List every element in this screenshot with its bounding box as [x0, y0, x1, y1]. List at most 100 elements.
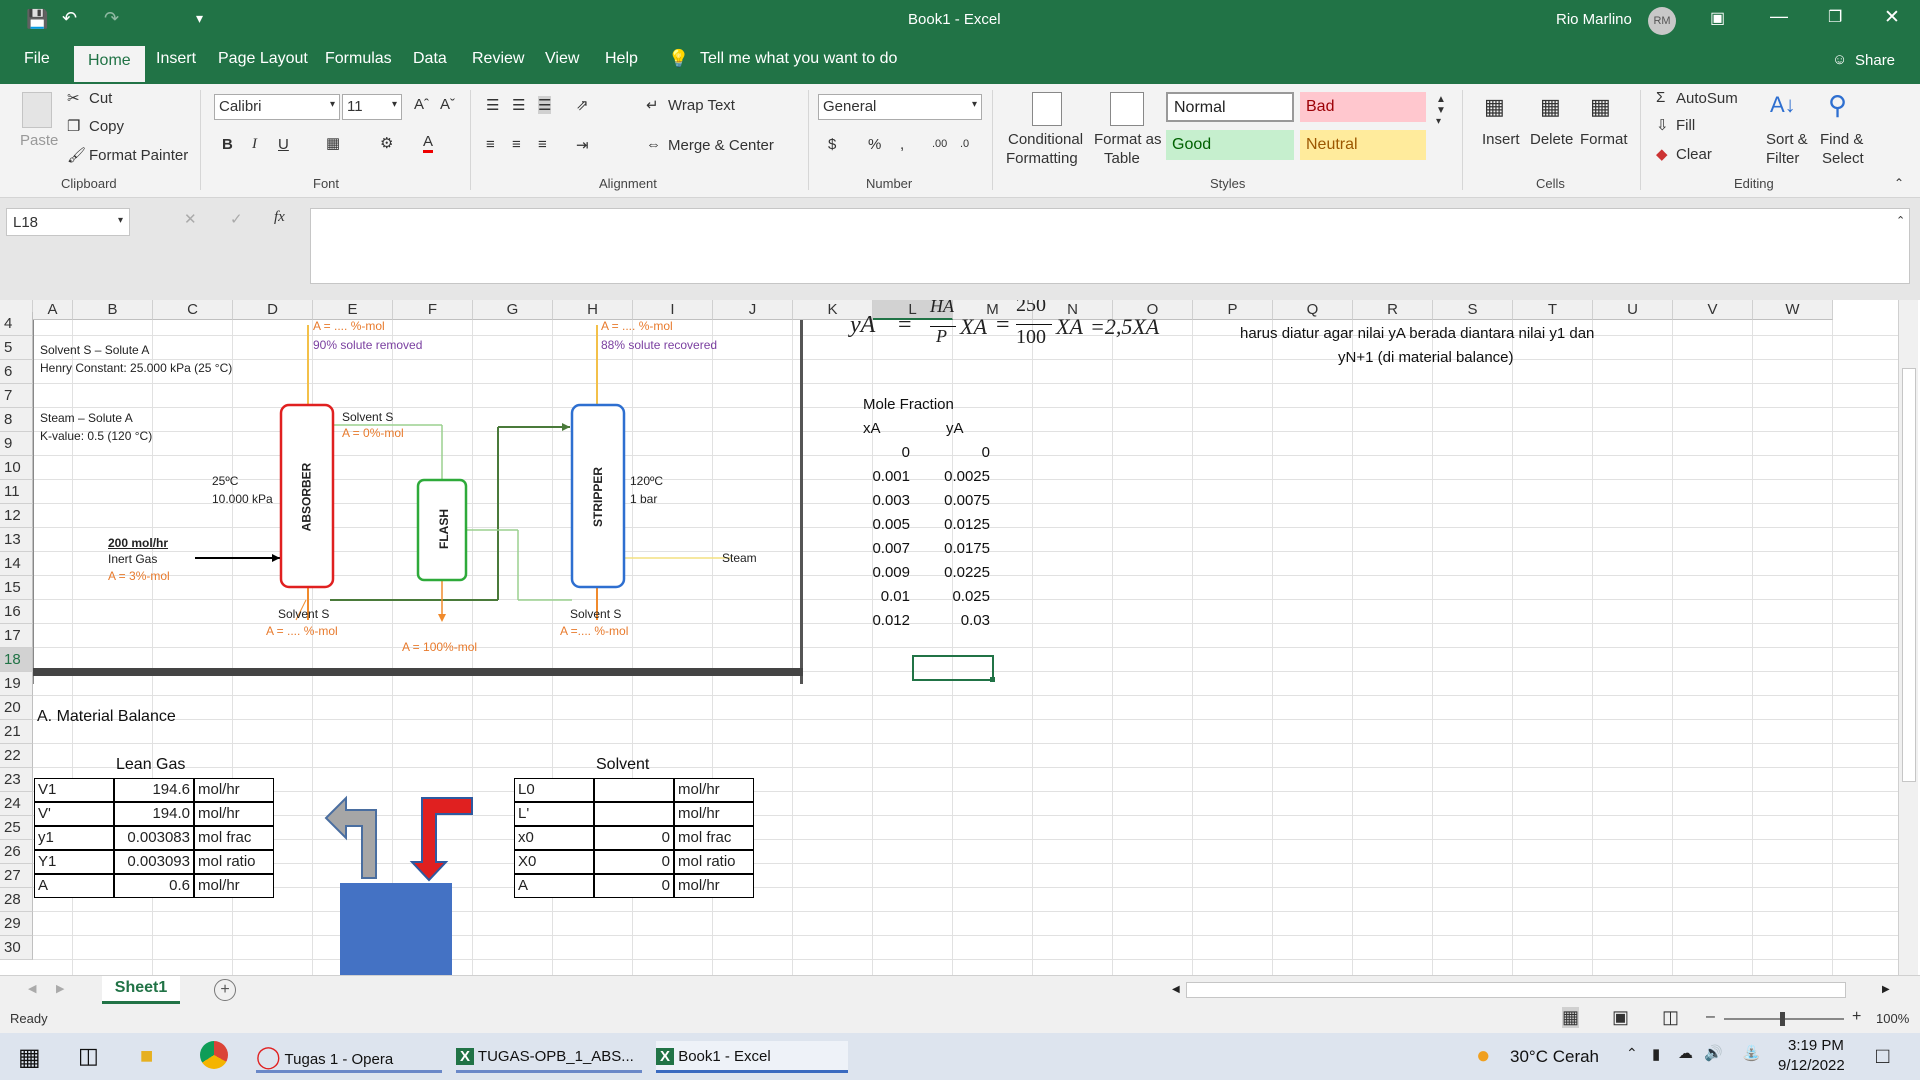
- font-size-select[interactable]: 11 ▾: [342, 94, 402, 120]
- prev-sheet-icon[interactable]: ◀: [28, 982, 36, 995]
- tab-review[interactable]: Review: [472, 50, 524, 68]
- minimize-icon[interactable]: —: [1770, 6, 1788, 27]
- italic-icon[interactable]: I: [252, 136, 257, 153]
- page-break-view-icon[interactable]: ◫: [1662, 1007, 1679, 1028]
- close-icon[interactable]: ✕: [1884, 6, 1900, 29]
- save-icon[interactable]: 💾: [26, 9, 48, 30]
- orientation-icon[interactable]: ⇗: [576, 96, 589, 114]
- decrease-decimal-icon[interactable]: .0: [960, 138, 969, 150]
- align-center-icon[interactable]: ≡: [512, 136, 521, 153]
- clock-time[interactable]: 3:19 PM: [1788, 1037, 1844, 1054]
- style-normal[interactable]: Normal: [1166, 92, 1294, 122]
- format-as-table-button[interactable]: Format as: [1094, 131, 1162, 148]
- tab-help[interactable]: Help: [605, 50, 638, 68]
- paste-button[interactable]: Paste: [20, 132, 58, 149]
- borders-icon[interactable]: ▦: [326, 134, 340, 152]
- tell-me-input[interactable]: Tell me what you want to do: [700, 50, 897, 68]
- wifi-icon[interactable]: ⛲: [1742, 1044, 1761, 1062]
- column-header[interactable]: U: [1593, 300, 1673, 320]
- expand-formula-icon[interactable]: ⌃: [1896, 214, 1905, 227]
- find-select-button[interactable]: Find &: [1820, 131, 1863, 148]
- underline-icon[interactable]: U: [278, 136, 289, 153]
- increase-decimal-icon[interactable]: .00: [932, 138, 947, 150]
- style-neutral[interactable]: Neutral: [1300, 130, 1426, 160]
- cancel-icon[interactable]: ✕: [184, 210, 197, 228]
- row-header[interactable]: 23: [0, 768, 33, 792]
- wrap-text-button[interactable]: Wrap Text: [668, 97, 735, 114]
- styles-scroll-icon[interactable]: ▲ ▼ ▾: [1436, 94, 1446, 127]
- column-header[interactable]: V: [1673, 300, 1753, 320]
- number-format-select[interactable]: General ▾: [818, 94, 982, 120]
- row-header[interactable]: 28: [0, 888, 33, 912]
- cut-button[interactable]: Cut: [89, 90, 112, 107]
- copy-icon[interactable]: ❐: [67, 117, 80, 135]
- normal-view-icon[interactable]: ▦: [1562, 1007, 1580, 1028]
- insert-function-icon[interactable]: fx: [274, 209, 285, 226]
- enter-icon[interactable]: ✓: [230, 210, 243, 228]
- column-header[interactable]: R: [1353, 300, 1433, 320]
- align-right-icon[interactable]: ≡: [538, 136, 547, 153]
- task-view-icon[interactable]: ◫: [78, 1043, 99, 1069]
- onedrive-icon[interactable]: ☁: [1678, 1044, 1693, 1062]
- row-header[interactable]: 21: [0, 720, 33, 744]
- formula-input[interactable]: [310, 208, 1910, 284]
- format-painter-button[interactable]: Format Painter: [89, 147, 188, 164]
- decrease-font-icon[interactable]: Aˇ: [440, 96, 455, 113]
- align-bottom-icon[interactable]: ☰: [538, 96, 552, 114]
- conditional-formatting-button[interactable]: Conditional: [1008, 131, 1083, 148]
- style-good[interactable]: Good: [1166, 130, 1294, 160]
- tab-home[interactable]: Home: [74, 46, 145, 82]
- weather-icon[interactable]: ●: [1476, 1042, 1491, 1070]
- row-header[interactable]: 24: [0, 792, 33, 816]
- zoom-level[interactable]: 100%: [1876, 1011, 1909, 1026]
- tab-view[interactable]: View: [545, 50, 579, 68]
- row-header[interactable]: 20: [0, 696, 33, 720]
- row-header[interactable]: 30: [0, 936, 33, 960]
- tab-insert[interactable]: Insert: [156, 50, 196, 68]
- worksheet-grid[interactable]: ABCDEFGHIJKLMNOPQRSTUVW 4 5 6 7 8 9 10 11 12 13 14…: [0, 300, 1920, 975]
- row-header[interactable]: 25: [0, 816, 33, 840]
- tab-file[interactable]: File: [24, 50, 50, 68]
- merge-center-button[interactable]: Merge & Center: [668, 137, 774, 154]
- tab-data[interactable]: Data: [413, 50, 447, 68]
- redo-icon[interactable]: ↷: [104, 8, 119, 29]
- restore-icon[interactable]: ❐: [1828, 7, 1842, 27]
- row-header[interactable]: 27: [0, 864, 33, 888]
- clear-button[interactable]: Clear: [1676, 146, 1712, 163]
- column-header[interactable]: T: [1513, 300, 1593, 320]
- taskbar-opera[interactable]: ◯ Tugas 1 - Opera: [256, 1041, 442, 1073]
- clock-date[interactable]: 9/12/2022: [1778, 1057, 1845, 1074]
- name-box[interactable]: L18 ▾: [6, 208, 130, 236]
- add-sheet-icon[interactable]: +: [214, 979, 236, 1001]
- column-header[interactable]: Q: [1273, 300, 1353, 320]
- currency-icon[interactable]: $: [828, 136, 836, 153]
- insert-cells-button[interactable]: Insert: [1482, 131, 1520, 148]
- customize-qat-icon[interactable]: ▾: [196, 10, 203, 27]
- row-header[interactable]: 22: [0, 744, 33, 768]
- percent-icon[interactable]: %: [868, 136, 881, 153]
- comma-icon[interactable]: ,: [900, 136, 904, 153]
- scroll-left-icon[interactable]: ◀: [1172, 984, 1180, 995]
- paste-icon[interactable]: [22, 92, 52, 128]
- fill-button[interactable]: Fill: [1676, 117, 1695, 134]
- windows-start-icon[interactable]: ▦: [18, 1043, 41, 1072]
- zoom-out-icon[interactable]: –: [1706, 1008, 1715, 1026]
- style-bad[interactable]: Bad: [1300, 92, 1426, 122]
- column-header[interactable]: W: [1753, 300, 1833, 320]
- weather-text[interactable]: 30°C Cerah: [1510, 1047, 1599, 1067]
- zoom-in-icon[interactable]: +: [1852, 1008, 1861, 1026]
- vertical-scrollbar[interactable]: [1898, 300, 1918, 975]
- font-color-icon[interactable]: A: [423, 134, 434, 153]
- scroll-right-icon[interactable]: ▶: [1882, 984, 1890, 995]
- indent-icon[interactable]: ⇥: [576, 136, 589, 154]
- tray-chevron-icon[interactable]: ⌃: [1626, 1045, 1638, 1062]
- avatar[interactable]: RM: [1648, 7, 1676, 35]
- delete-cells-button[interactable]: Delete: [1530, 131, 1573, 148]
- align-top-icon[interactable]: ☰: [486, 96, 499, 114]
- undo-icon[interactable]: ↶: [62, 8, 77, 29]
- share-button[interactable]: Share: [1855, 52, 1895, 69]
- column-header[interactable]: P: [1193, 300, 1273, 320]
- format-painter-icon[interactable]: 🖌: [67, 146, 86, 164]
- row-header[interactable]: 29: [0, 912, 33, 936]
- volume-icon[interactable]: 🔊: [1704, 1044, 1723, 1062]
